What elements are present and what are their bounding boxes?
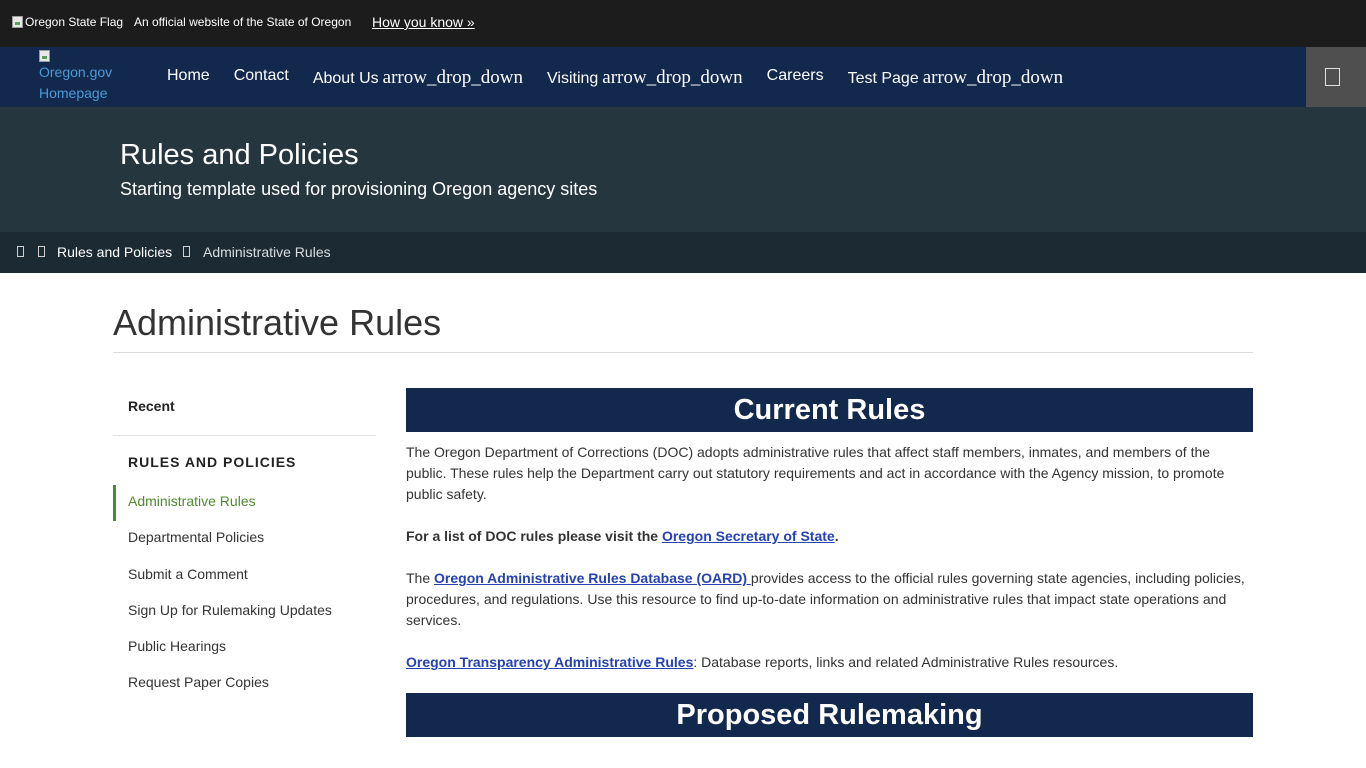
para-text: The <box>406 570 435 586</box>
sidebar-item-request-paper-copies[interactable]: Request Paper Copies <box>113 666 376 702</box>
logo-alt-text: Oregon.gov Homepage <box>39 64 113 101</box>
oregon-transparency-link[interactable]: Oregon Transparency Administrative Rules <box>406 654 693 670</box>
broken-image-icon <box>12 16 23 28</box>
sidebar-heading: RULES AND POLICIES <box>128 454 297 470</box>
menu-icon <box>1325 68 1340 86</box>
hero-subtitle: Starting template used for provisioning … <box>120 179 598 199</box>
official-site-text: An official website of the State of Oreg… <box>134 15 352 29</box>
para-text: . <box>834 528 839 544</box>
main-nav: Oregon.gov Homepage Home Contact About U… <box>0 47 1366 107</box>
breadcrumb-current: Administrative Rules <box>203 244 331 260</box>
flag-alt-text: Oregon State Flag <box>25 15 124 29</box>
arrow-drop-down-icon: arrow_drop_down <box>602 67 743 88</box>
sidebar-item-departmental-policies[interactable]: Departmental Policies <box>113 521 376 557</box>
transparency-paragraph: Oregon Transparency Administrative Rules… <box>406 652 1253 673</box>
breadcrumb: Rules and Policies Administrative Rules <box>0 232 1366 273</box>
nav-item-label: Contact <box>233 67 289 84</box>
chevron-right-icon <box>183 246 190 257</box>
official-banner: Oregon State Flag An official website of… <box>0 0 1366 47</box>
chevron-right-icon <box>38 246 45 257</box>
nav-item-label: Test Page <box>847 70 919 87</box>
arrow-drop-down-icon: arrow_drop_down <box>922 67 1064 88</box>
oregon-flag-image: Oregon State Flag <box>12 15 123 29</box>
oregon-secretary-of-state-link[interactable]: Oregon Secretary of State <box>662 528 835 544</box>
nav-item-test-page[interactable]: Test Page arrow_drop_down <box>836 47 1076 107</box>
para-text: For a list of DOC rules please visit the <box>406 528 662 544</box>
breadcrumb-rules-and-policies[interactable]: Rules and Policies <box>57 244 172 260</box>
sidebar-item-rulemaking-updates[interactable]: Sign Up for Rulemaking Updates <box>113 594 376 630</box>
oard-paragraph: The Oregon Administrative Rules Database… <box>406 568 1253 631</box>
nav-item-label: Home <box>167 67 210 84</box>
intro-paragraph: The Oregon Department of Corrections (DO… <box>406 444 1225 502</box>
proposed-rulemaking-heading: Proposed Rulemaking <box>406 693 1253 737</box>
para-text: : Database reports, links and related Ad… <box>693 654 1119 670</box>
nav-item-about-us[interactable]: About Us arrow_drop_down <box>301 47 535 107</box>
nav-item-contact[interactable]: Contact <box>222 47 301 107</box>
sidebar-item-submit-comment[interactable]: Submit a Comment <box>113 558 376 594</box>
arrow-drop-down-icon: arrow_drop_down <box>382 67 523 88</box>
nav-item-label: About Us <box>312 70 379 87</box>
nav-item-visiting[interactable]: Visiting arrow_drop_down <box>535 47 755 107</box>
nav-item-careers[interactable]: Careers <box>755 47 836 107</box>
nav-item-label: Visiting <box>547 70 599 87</box>
secretary-of-state-paragraph: For a list of DOC rules please visit the… <box>406 526 1253 547</box>
sidebar-item-administrative-rules[interactable]: Administrative Rules <box>113 485 376 521</box>
how-you-know-link[interactable]: How you know » <box>372 14 475 30</box>
title-divider <box>113 352 1253 353</box>
home-icon[interactable] <box>17 246 24 257</box>
broken-image-icon <box>39 50 50 62</box>
hero-banner: Rules and Policies Starting template use… <box>0 107 1366 232</box>
sidebar-divider <box>113 435 376 436</box>
page-title: Administrative Rules <box>113 302 442 343</box>
current-rules-heading: Current Rules <box>406 388 1253 432</box>
main-content: Current Rules The Oregon Department of C… <box>406 388 1253 737</box>
menu-toggle-button[interactable] <box>1306 47 1366 107</box>
oard-link[interactable]: Oregon Administrative Rules Database (OA… <box>434 570 751 586</box>
nav-item-home[interactable]: Home <box>155 47 222 107</box>
hero-title: Rules and Policies <box>120 139 359 171</box>
sidebar-recent-link[interactable]: Recent <box>128 398 175 414</box>
oregon-gov-logo-link[interactable]: Oregon.gov Homepage <box>39 48 129 104</box>
sidebar-item-public-hearings[interactable]: Public Hearings <box>113 630 376 666</box>
nav-menu: Home Contact About Us arrow_drop_down Vi… <box>155 47 1075 107</box>
nav-item-label: Careers <box>766 67 824 84</box>
